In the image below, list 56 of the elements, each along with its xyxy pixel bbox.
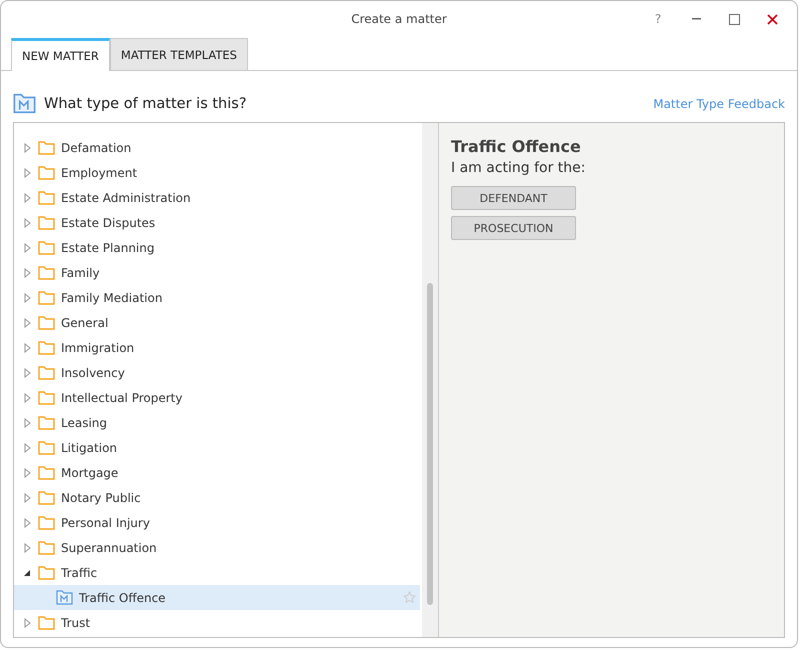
folder-icon (38, 216, 55, 230)
tree-item-label[interactable]: Leasing (61, 416, 108, 430)
matter-folder-icon (56, 590, 73, 605)
tree-item-label[interactable]: Employment (61, 166, 138, 180)
folder-icon (38, 340, 55, 354)
scrollbar[interactable] (422, 123, 439, 637)
folder-icon (38, 366, 55, 380)
tree-item-label[interactable]: Litigation (61, 440, 118, 454)
folder-icon (38, 416, 55, 430)
tree-item-label[interactable]: Immigration (61, 340, 134, 354)
close-icon (766, 14, 778, 24)
window-title: Create a matter (351, 12, 447, 26)
party-button[interactable]: PROSECUTION (451, 216, 576, 240)
maximize-icon (728, 14, 740, 24)
tree-item-label[interactable]: Personal Injury (61, 516, 150, 530)
tree-item-label[interactable]: Estate Administration (61, 190, 191, 204)
help-button[interactable]: ? (639, 4, 677, 34)
tab[interactable]: MATTER TEMPLATES (110, 38, 248, 70)
detail-prompt: I am acting for the: (451, 160, 587, 176)
folder-icon (38, 566, 55, 580)
party-button[interactable]: DEFENDANT (451, 186, 576, 210)
folder-icon (38, 440, 55, 454)
tree-item-label[interactable]: Defamation (61, 140, 132, 154)
question-heading: What type of matter is this? (44, 96, 247, 112)
star-icon[interactable] (403, 591, 416, 604)
folder-icon (38, 240, 55, 254)
tree-item-label[interactable]: Estate Disputes (61, 216, 156, 230)
tree-item-label[interactable]: Notary Public (61, 490, 141, 504)
folder-icon (38, 390, 55, 404)
tree-item-label[interactable]: Superannuation (61, 540, 157, 554)
tree-item-label[interactable]: Estate Planning (61, 240, 154, 254)
folder-icon (38, 466, 55, 480)
tab[interactable]: NEW MATTER (11, 38, 110, 71)
matter-folder-icon (13, 93, 36, 114)
tree-item-label[interactable]: Traffic (61, 566, 98, 580)
folder-icon (38, 616, 55, 630)
tree-item-label[interactable]: Family (61, 266, 100, 280)
folder-icon (38, 140, 55, 154)
folder-icon (38, 190, 55, 204)
folder-icon (38, 290, 55, 304)
tree-item-label[interactable]: General (61, 316, 108, 330)
folder-icon (38, 516, 55, 530)
tree-item-label[interactable]: Mortgage (61, 466, 118, 480)
folder-icon (38, 266, 55, 280)
folder-icon (38, 540, 55, 554)
tree-item[interactable]: Traffic Offence (14, 585, 420, 610)
tree-item-label[interactable]: Trust (61, 616, 90, 630)
scrollbar-thumb[interactable] (427, 283, 433, 605)
tree-item-label[interactable]: Insolvency (61, 366, 125, 380)
folder-icon (38, 490, 55, 504)
folder-icon (38, 166, 55, 180)
detail-title: Traffic Offence (451, 137, 582, 156)
minimize-icon (692, 18, 700, 20)
tree-item-label[interactable]: Family Mediation (61, 290, 162, 304)
tree-item-label[interactable]: Intellectual Property (61, 390, 182, 404)
folder-icon (38, 316, 55, 330)
